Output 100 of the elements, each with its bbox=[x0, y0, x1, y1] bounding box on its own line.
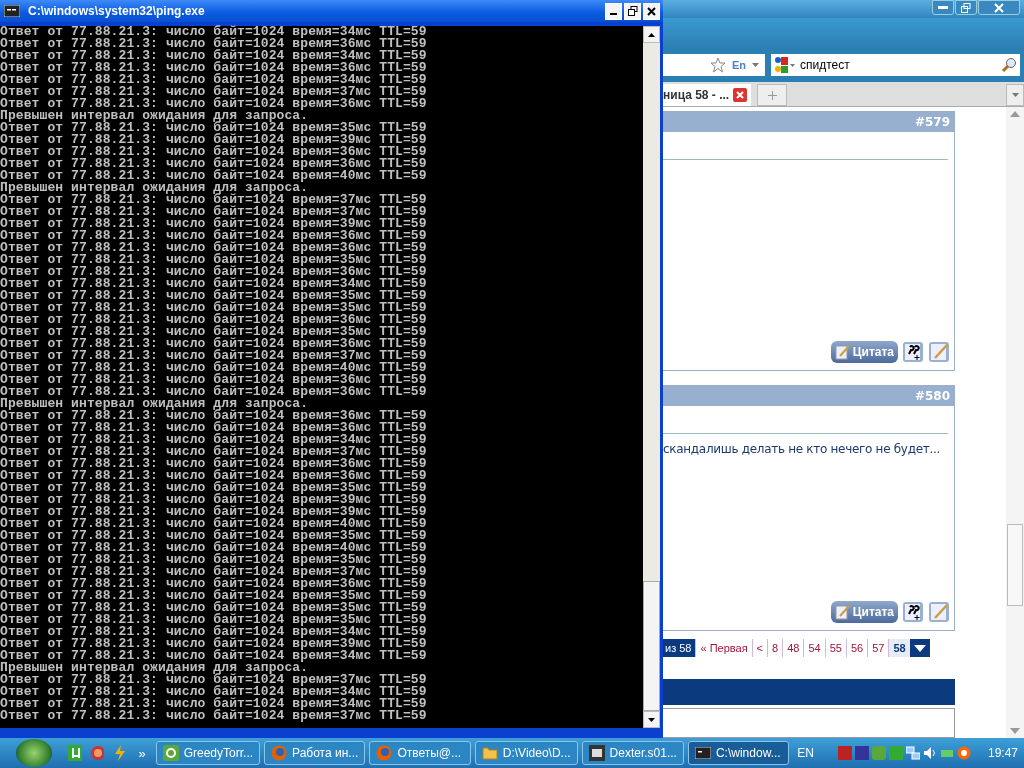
address-field[interactable]: En bbox=[663, 54, 765, 76]
new-tab-button[interactable] bbox=[757, 84, 788, 106]
console-line: Ответ от 77.88.21.3: число байт=1024 время=36мс TTL=59 bbox=[0, 338, 428, 350]
console-line: Ответ от 77.88.21.3: число байт=1024 время=34мс TTL=59 bbox=[0, 50, 428, 62]
console-line: Ответ от 77.88.21.3: число байт=1024 время=36мс TTL=59 bbox=[0, 422, 428, 434]
scrollbar-thumb[interactable] bbox=[1007, 524, 1023, 606]
post-number[interactable]: #580 bbox=[914, 389, 950, 403]
console-line: Ответ от 77.88.21.3: число байт=1024 время=36мс TTL=59 bbox=[0, 470, 428, 482]
folder-icon bbox=[481, 745, 498, 761]
taskbar-button[interactable]: GreedyTorr... bbox=[155, 741, 261, 765]
post-number[interactable]: #579 bbox=[914, 115, 950, 129]
console-line: Ответ от 77.88.21.3: число байт=1024 время=40мс TTL=59 bbox=[0, 362, 428, 374]
console-line: Ответ от 77.88.21.3: число байт=1024 время=35мс TTL=59 bbox=[0, 602, 428, 614]
console-line: Ответ от 77.88.21.3: число байт=1024 время=39мс TTL=59 bbox=[0, 638, 428, 650]
plus-icon bbox=[767, 90, 777, 100]
console-line: Ответ от 77.88.21.3: число байт=1024 время=37мс TTL=59 bbox=[0, 566, 428, 578]
minimize-icon bbox=[938, 5, 948, 10]
console-line: Ответ от 77.88.21.3: число байт=1024 время=34мс TTL=59 bbox=[0, 278, 428, 290]
language-label[interactable]: En bbox=[731, 59, 746, 71]
window-title: C:\windows\system32\ping.exe bbox=[28, 4, 205, 18]
language-indicator[interactable]: EN bbox=[797, 746, 814, 760]
console-line: Ответ от 77.88.21.3: число байт=1024 время=39мс TTL=59 bbox=[0, 134, 428, 146]
dropdown-icon[interactable] bbox=[752, 63, 759, 67]
restore-icon bbox=[627, 6, 638, 16]
console-line: Ответ от 77.88.21.3: число байт=1024 время=37мс TTL=59 bbox=[0, 446, 428, 458]
post-text: скандалишь делать не кто нечего не будет... bbox=[663, 442, 941, 456]
multiquote-icon[interactable] bbox=[902, 601, 924, 623]
scrollbar[interactable] bbox=[1006, 107, 1024, 738]
console-line: Ответ от 77.88.21.3: число байт=1024 время=36мс TTL=59 bbox=[0, 62, 428, 74]
taskbar-button[interactable]: Dexter.s01... bbox=[581, 741, 684, 765]
console-line: Ответ от 77.88.21.3: число байт=1024 время=34мс TTL=59 bbox=[0, 650, 428, 662]
more-button[interactable]: » bbox=[138, 745, 146, 761]
console-line: Ответ от 77.88.21.3: число байт=1024 время=37мс TTL=59 bbox=[0, 194, 428, 206]
console-line: Ответ от 77.88.21.3: число байт=1024 время=37мс TTL=59 bbox=[0, 350, 428, 362]
console-line: Ответ от 77.88.21.3: число байт=1024 время=35мс TTL=59 bbox=[0, 590, 428, 602]
down-arrow-icon bbox=[648, 717, 655, 722]
taskbar-button[interactable]: Ответы@... bbox=[369, 741, 471, 765]
console-line: Превышен интервал ожидания для запроса. bbox=[0, 662, 309, 674]
quote-button[interactable]: Цитата bbox=[830, 341, 898, 363]
console-line: Ответ от 77.88.21.3: число байт=1024 время=36мс TTL=59 bbox=[0, 146, 428, 158]
dropdown-icon bbox=[1011, 93, 1019, 97]
console-line: Ответ от 77.88.21.3: число байт=1024 время=35мс TTL=59 bbox=[0, 530, 428, 542]
console-line: Ответ от 77.88.21.3: число байт=1024 время=35мс TTL=59 bbox=[0, 254, 428, 266]
app-icon[interactable] bbox=[67, 745, 82, 761]
close-icon[interactable] bbox=[733, 88, 748, 102]
console-line: Ответ от 77.88.21.3: число байт=1024 время=34мс TTL=59 bbox=[0, 26, 428, 38]
console-line: Ответ от 77.88.21.3: число байт=1024 время=36мс TTL=59 bbox=[0, 386, 428, 398]
console-line: Ответ от 77.88.21.3: число байт=1024 время=39мс TTL=59 bbox=[0, 506, 428, 518]
console-line: Ответ от 77.88.21.3: число байт=1024 время=36мс TTL=59 bbox=[0, 410, 428, 422]
multiquote-icon[interactable] bbox=[902, 341, 924, 363]
globe-icon[interactable] bbox=[89, 745, 105, 761]
console-line: Ответ от 77.88.21.3: число байт=1024 время=37мс TTL=59 bbox=[0, 674, 428, 686]
scrollbar-thumb[interactable] bbox=[643, 581, 660, 711]
browser-icon bbox=[376, 745, 393, 761]
search-field[interactable]: спидтест bbox=[771, 54, 1020, 76]
console-line: Ответ от 77.88.21.3: число байт=1024 время=37мс TTL=59 bbox=[0, 86, 428, 98]
console-line: Ответ от 77.88.21.3: число байт=1024 время=35мс TTL=59 bbox=[0, 554, 428, 566]
console-line: Ответ от 77.88.21.3: число байт=1024 время=37мс TTL=59 bbox=[0, 710, 428, 722]
network-icon[interactable] bbox=[906, 746, 920, 760]
console-line: Ответ от 77.88.21.3: число байт=1024 время=35мс TTL=59 bbox=[0, 290, 428, 302]
taskbar-button[interactable]: Работа ин... bbox=[264, 741, 366, 765]
scrollbar[interactable] bbox=[643, 26, 660, 728]
circle-icon[interactable] bbox=[957, 746, 971, 760]
scroll-down-button[interactable] bbox=[643, 711, 660, 728]
console-line: Ответ от 77.88.21.3: число байт=1024 время=36мс TTL=59 bbox=[0, 158, 428, 170]
console-line: Ответ от 77.88.21.3: число байт=1024 время=35мс TTL=59 bbox=[0, 482, 428, 494]
tab-list-button[interactable] bbox=[1006, 84, 1024, 106]
restore-icon bbox=[961, 2, 971, 13]
star-icon bbox=[709, 57, 726, 73]
console-line: Ответ от 77.88.21.3: число байт=1024 время=39мс TTL=59 bbox=[0, 494, 428, 506]
page-menu-button[interactable] bbox=[909, 639, 930, 657]
browser-tab[interactable]: ница 58 - ... bbox=[663, 84, 752, 106]
console-line: Ответ от 77.88.21.3: число байт=1024 время=36мс TTL=59 bbox=[0, 374, 428, 386]
console-line: Ответ от 77.88.21.3: число байт=1024 время=34мс TTL=59 bbox=[0, 698, 428, 710]
page-link[interactable]: 58 bbox=[888, 639, 910, 657]
up-arrow-icon bbox=[648, 32, 655, 37]
film-icon bbox=[588, 745, 605, 761]
console-line: Ответ от 77.88.21.3: число байт=1024 время=35мс TTL=59 bbox=[0, 302, 428, 314]
console-line: Ответ от 77.88.21.3: число байт=1024 время=36мс TTL=59 bbox=[0, 230, 428, 242]
console-line: Ответ от 77.88.21.3: число байт=1024 время=36мс TTL=59 bbox=[0, 98, 428, 110]
lightning-icon[interactable] bbox=[112, 745, 127, 761]
start-button[interactable] bbox=[16, 739, 52, 767]
scroll-up-button[interactable] bbox=[643, 26, 660, 43]
search-icon[interactable] bbox=[1001, 57, 1017, 73]
console-line: Превышен интервал ожидания для запроса. bbox=[0, 110, 309, 122]
close-icon bbox=[994, 2, 1004, 13]
scroll-up-icon[interactable] bbox=[1010, 111, 1020, 117]
console-line: Ответ от 77.88.21.3: число байт=1024 время=34мс TTL=59 bbox=[0, 434, 428, 446]
scroll-down-icon[interactable] bbox=[1010, 728, 1020, 734]
speaker-icon[interactable] bbox=[923, 746, 937, 760]
pen-paper-icon bbox=[834, 344, 851, 360]
pen-paper-icon bbox=[834, 604, 851, 620]
quote-button[interactable]: Цитата bbox=[830, 601, 898, 623]
console-line: Ответ от 77.88.21.3: число байт=1024 время=35мс TTL=59 bbox=[0, 122, 428, 134]
console-line: Ответ от 77.88.21.3: число байт=1024 время=36мс TTL=59 bbox=[0, 578, 428, 590]
console-line: Ответ от 77.88.21.3: число байт=1024 время=36мс TTL=59 bbox=[0, 458, 428, 470]
app-icon bbox=[162, 745, 179, 761]
taskbar-button[interactable]: D:\Video\D... bbox=[474, 741, 578, 765]
search-engine-icon[interactable] bbox=[774, 56, 796, 74]
taskbar-button[interactable]: C:\window... bbox=[687, 741, 790, 765]
